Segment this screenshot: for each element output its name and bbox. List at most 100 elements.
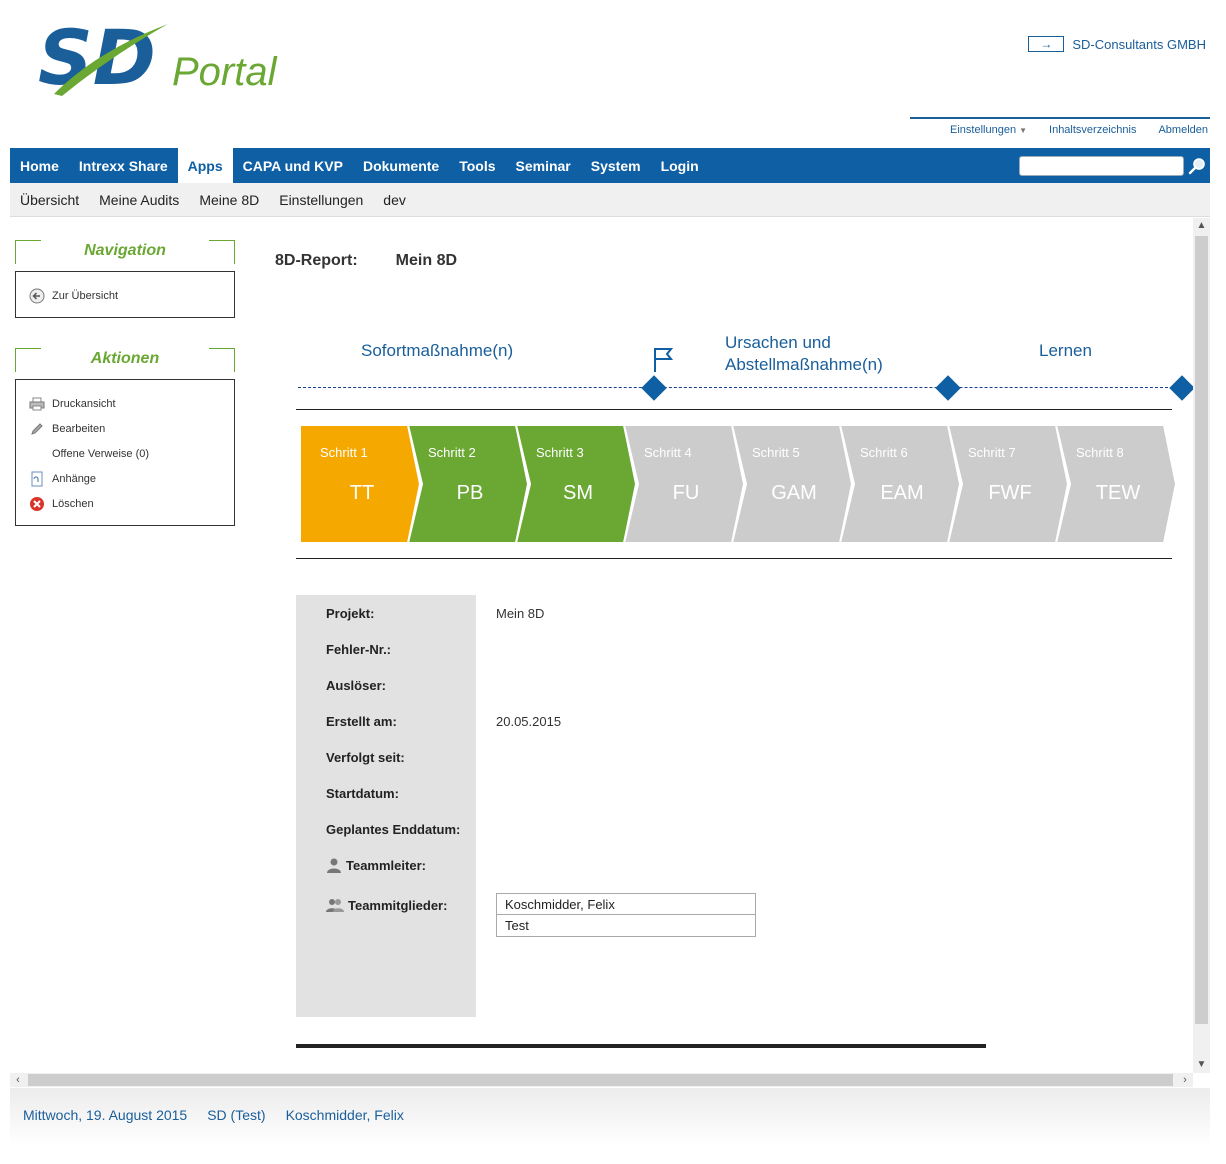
- edit-action[interactable]: Bearbeiten: [16, 416, 234, 441]
- step-number-label: Schritt 7: [968, 445, 1016, 460]
- nav-dokumente[interactable]: Dokumente: [353, 148, 449, 183]
- horizontal-scroll-thumb[interactable]: [28, 1074, 1173, 1086]
- step-number-label: Schritt 5: [752, 445, 800, 460]
- divider-top: [296, 409, 1172, 410]
- nav-system[interactable]: System: [581, 148, 651, 183]
- step-2[interactable]: Schritt 2 PB: [406, 425, 530, 543]
- pencil-icon: [28, 420, 46, 438]
- delete-action[interactable]: Löschen: [16, 491, 234, 516]
- subnav-uebersicht[interactable]: Übersicht: [20, 192, 79, 208]
- step-5[interactable]: Schritt 5 GAM: [730, 425, 854, 543]
- main-nav: Home Intrexx Share Apps CAPA und KVP Dok…: [10, 148, 1210, 183]
- footer-org[interactable]: SD (Test): [207, 1107, 265, 1123]
- scroll-down-icon[interactable]: ▼: [1193, 1057, 1210, 1073]
- vertical-scroll-thumb[interactable]: [1195, 236, 1208, 1024]
- empty-icon-slot: [28, 445, 46, 463]
- step-1[interactable]: Schritt 1 TT: [300, 425, 422, 543]
- navigation-panel-header: Navigation: [15, 240, 235, 266]
- team-member-row[interactable]: Koschmidder, Felix: [497, 894, 755, 915]
- team-member-row[interactable]: Test: [497, 915, 755, 936]
- step-code-label: FU: [673, 482, 700, 504]
- scroll-up-icon[interactable]: ▲: [1193, 218, 1210, 234]
- step-8[interactable]: Schritt 8 TEW: [1054, 425, 1178, 543]
- nav-home[interactable]: Home: [10, 148, 69, 183]
- scroll-right-icon[interactable]: ›: [1177, 1073, 1193, 1087]
- nav-seminar[interactable]: Seminar: [506, 148, 581, 183]
- step-code-label: EAM: [880, 482, 923, 504]
- subnav-meine-8d[interactable]: Meine 8D: [199, 192, 259, 208]
- portal-title: Portal: [172, 50, 277, 94]
- step-number-label: Schritt 8: [1076, 445, 1124, 460]
- step-code-label: SM: [563, 482, 593, 504]
- toc-link[interactable]: Inhaltsverzeichnis: [1049, 124, 1136, 136]
- phase-ursachen: Ursachen und Abstellmaßnahme(n): [725, 332, 883, 376]
- company-name: SD-Consultants GMBH: [1072, 36, 1206, 52]
- vertical-scrollbar[interactable]: ▲ ▼: [1193, 218, 1210, 1073]
- step-4[interactable]: Schritt 4 FU: [622, 425, 746, 543]
- print-view-label: Druckansicht: [52, 397, 116, 410]
- nav-capa-kvp[interactable]: CAPA und KVP: [233, 148, 353, 183]
- footer: Mittwoch, 19. August 2015 SD (Test) Kosc…: [10, 1088, 1210, 1146]
- attachments-action[interactable]: Anhänge: [16, 466, 234, 491]
- step-code-label: PB: [457, 482, 484, 504]
- subnav-meine-audits[interactable]: Meine Audits: [99, 192, 179, 208]
- nav-apps[interactable]: Apps: [177, 148, 233, 183]
- search-input[interactable]: [1019, 156, 1184, 176]
- ausloeser-label: Auslöser:: [326, 678, 386, 693]
- nav-tools[interactable]: Tools: [449, 148, 505, 183]
- settings-link-label: Einstellungen: [950, 124, 1017, 136]
- printer-icon: [28, 395, 46, 413]
- milestone-diamond: [1169, 375, 1195, 401]
- startdatum-label: Startdatum:: [326, 786, 399, 801]
- subnav-einstellungen[interactable]: Einstellungen: [279, 192, 363, 208]
- step-3[interactable]: Schritt 3 SM: [514, 425, 638, 543]
- teammitglieder-label: Teammitglieder:: [348, 897, 448, 913]
- open-references-label: Offene Verweise (0): [52, 447, 150, 460]
- step-7[interactable]: Schritt 7 FWF: [946, 425, 1070, 543]
- sd-portal-logo[interactable]: SD Portal: [36, 12, 286, 102]
- horizontal-scrollbar[interactable]: ‹ ›: [10, 1073, 1193, 1087]
- flag-icon: [654, 348, 674, 372]
- enddatum-label: Geplantes Enddatum:: [326, 822, 461, 837]
- nav-intrexx-share[interactable]: Intrexx Share: [69, 148, 178, 183]
- erstellt-am-value: 20.05.2015: [496, 714, 562, 729]
- svg-text:SD: SD: [38, 13, 156, 100]
- step-number-label: Schritt 4: [644, 445, 692, 460]
- settings-link[interactable]: Einstellungen ▼: [950, 124, 1027, 136]
- back-to-overview-label: Zur Übersicht: [52, 289, 119, 302]
- sd-logo-icon: SD: [38, 13, 168, 102]
- step-code-label: GAM: [771, 482, 817, 504]
- phase-lernen: Lernen: [1039, 341, 1092, 360]
- step-6[interactable]: Schritt 6 EAM: [838, 425, 962, 543]
- company-link[interactable]: → SD-Consultants GMBH: [1028, 36, 1206, 52]
- report-label: 8D-Report:: [275, 252, 358, 269]
- sub-nav: Übersicht Meine Audits Meine 8D Einstell…: [10, 183, 1210, 217]
- teamleiter-row: Teammleiter:: [326, 857, 426, 873]
- verfolgt-seit-label: Verfolgt seit:: [326, 750, 405, 765]
- logout-link[interactable]: Abmelden: [1158, 124, 1208, 136]
- milestone-diamond: [935, 375, 961, 401]
- print-view-action[interactable]: Druckansicht: [16, 391, 234, 416]
- team-members-list: Koschmidder, Felix Test: [496, 893, 756, 937]
- report-title: 8D-Report: Mein 8D: [275, 252, 457, 270]
- caret-down-icon: ▼: [1019, 126, 1028, 135]
- step-number-label: Schritt 1: [320, 445, 368, 460]
- footer-user[interactable]: Koschmidder, Felix: [286, 1107, 404, 1123]
- user-icon: [327, 858, 341, 873]
- step-number-label: Schritt 3: [536, 445, 584, 460]
- projekt-label: Projekt:: [326, 606, 375, 621]
- report-name: Mein 8D: [395, 252, 458, 269]
- teammitglieder-row: Teammitglieder:: [326, 897, 447, 913]
- back-arrow-icon: [28, 287, 46, 305]
- subnav-dev[interactable]: dev: [383, 192, 406, 208]
- scroll-left-icon[interactable]: ‹: [10, 1073, 26, 1087]
- nav-login[interactable]: Login: [651, 148, 709, 183]
- top-links: Einstellungen ▼ Inhaltsverzeichnis Abmeld…: [950, 124, 1208, 136]
- open-references-action[interactable]: Offene Verweise (0): [16, 441, 234, 466]
- actions-title: Aktionen: [90, 350, 160, 367]
- back-to-overview-link[interactable]: Zur Übersicht: [16, 283, 234, 308]
- phase-ursachen-line1: Ursachen und: [725, 333, 831, 352]
- navigation-title: Navigation: [84, 242, 166, 259]
- step-code-label: FWF: [988, 482, 1031, 504]
- search-icon[interactable]: [1188, 157, 1206, 175]
